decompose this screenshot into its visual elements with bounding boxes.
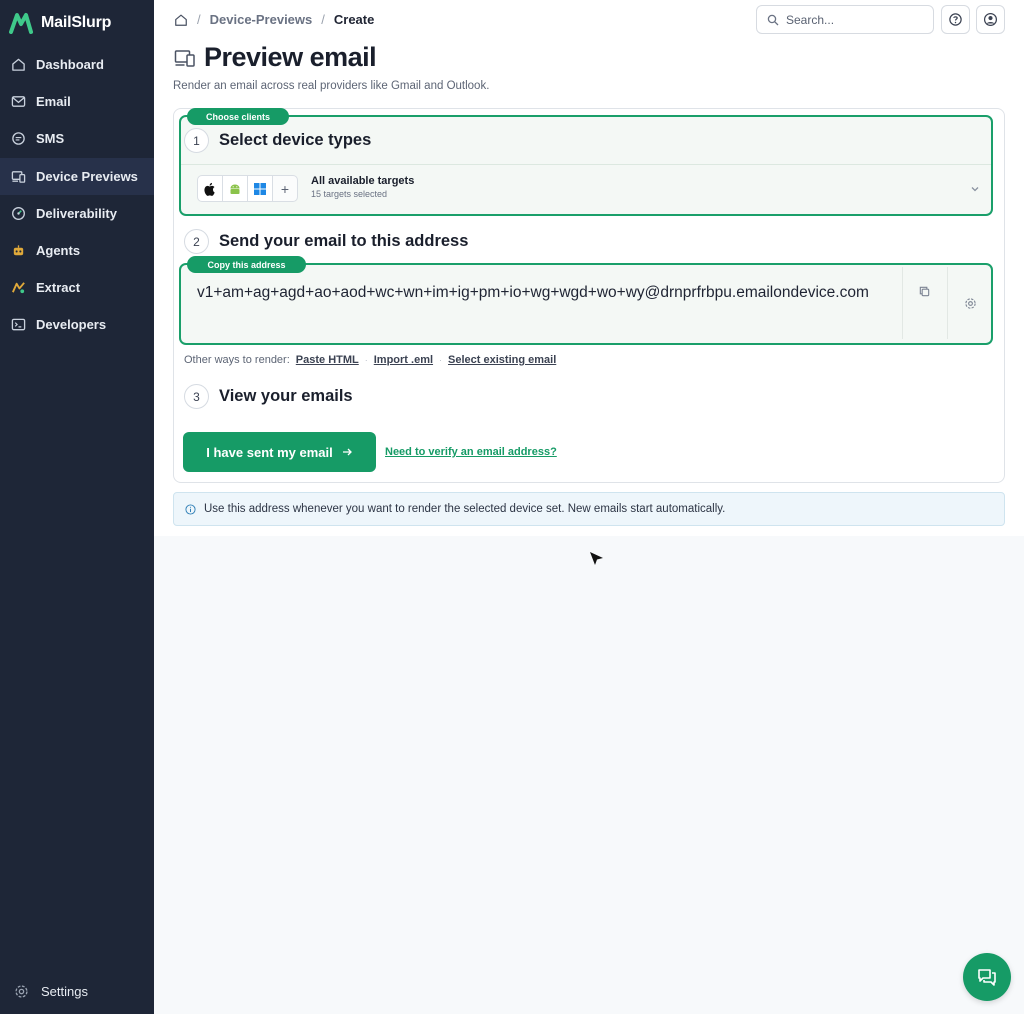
brand[interactable]: MailSlurp [9, 11, 111, 35]
brand-name: MailSlurp [41, 14, 112, 31]
search-icon [767, 14, 779, 25]
other-ways-row: Other ways to render: Paste HTML · Impor… [184, 354, 556, 366]
search-input[interactable] [786, 12, 926, 27]
targets-summary[interactable]: All available targets 15 targets selecte… [311, 175, 414, 199]
sidebar-item-label: Extract [36, 280, 81, 296]
sidebar-item-label: Dashboard [36, 57, 104, 73]
mouse-cursor-icon [590, 552, 603, 565]
step-2-title: Send your email to this address [219, 232, 469, 250]
sidebar-item-agents[interactable]: Agents [0, 232, 154, 269]
inbox-address[interactable]: v1+am+ag+agd+ao+aod+wc+wn+im+ig+pm+io+wg… [197, 282, 887, 304]
sidebar-item-label: SMS [36, 131, 65, 147]
plus-icon: + [280, 180, 290, 197]
gauge-icon [11, 206, 26, 221]
sidebar-item-settings[interactable]: Settings [14, 984, 88, 999]
settings-label: Settings [41, 984, 88, 999]
os-selector[interactable]: + [197, 175, 298, 202]
devices-icon [174, 49, 195, 67]
info-text: Use this address whenever you want to re… [204, 503, 726, 515]
other-ways-label: Other ways to render: [184, 354, 290, 366]
page-header: Preview email [174, 42, 377, 73]
sidebar-item-label: Email [36, 94, 71, 110]
extract-icon [11, 280, 26, 295]
chat-icon [978, 969, 996, 986]
divider [947, 267, 948, 339]
copy-button[interactable] [913, 280, 935, 302]
account-button[interactable] [976, 5, 1005, 34]
user-circle-icon [983, 12, 998, 27]
step-number-3: 3 [184, 384, 209, 409]
sidebar-item-label: Device Previews [36, 168, 138, 184]
arrow-right-icon [342, 448, 352, 456]
choose-clients-pill: Choose clients [187, 108, 289, 125]
targets-title: All available targets [311, 175, 415, 187]
gear-icon [15, 985, 28, 998]
windows-icon[interactable] [247, 175, 273, 202]
sidebar-nav: Dashboard Email SMS Device Previews Deli… [0, 46, 154, 344]
apple-icon[interactable] [197, 175, 223, 202]
sidebar-item-sms[interactable]: SMS [0, 120, 154, 157]
breadcrumb-device-previews[interactable]: Device-Previews [210, 12, 313, 27]
breadcrumb: / Device-Previews / Create [174, 12, 374, 27]
sidebar-item-email[interactable]: Email [0, 83, 154, 120]
separator-dot: · [439, 355, 443, 365]
email-address-box [179, 263, 993, 345]
select-existing-email-link[interactable]: Select existing email [448, 354, 556, 366]
home-icon[interactable] [174, 13, 188, 27]
info-banner: Use this address whenever you want to re… [173, 492, 1005, 526]
help-icon [949, 13, 962, 26]
separator-dot: · [364, 355, 368, 365]
sidebar-item-label: Deliverability [36, 205, 117, 221]
breadcrumb-separator: / [197, 12, 201, 27]
step-number-2: 2 [184, 229, 209, 254]
sidebar-item-dashboard[interactable]: Dashboard [0, 46, 154, 83]
sent-email-button-label: I have sent my email [206, 444, 333, 460]
copy-icon [919, 286, 929, 296]
home-icon [11, 57, 26, 72]
android-icon[interactable] [222, 175, 248, 202]
page-title: Preview email [204, 42, 377, 72]
sidebar: MailSlurp Dashboard Email SMS Device Pre… [0, 0, 154, 1014]
breadcrumb-current: Create [333, 12, 375, 27]
divider [181, 164, 991, 165]
gear-icon [964, 297, 976, 309]
search-box[interactable] [756, 5, 934, 34]
help-button[interactable] [941, 5, 970, 34]
terminal-icon [11, 317, 26, 332]
mail-icon [11, 94, 26, 109]
targets-count: 15 targets selected [311, 189, 388, 199]
devices-icon [11, 169, 26, 184]
chat-support-button[interactable] [963, 953, 1011, 1001]
address-settings-button[interactable] [959, 292, 981, 314]
sidebar-item-developers[interactable]: Developers [0, 306, 154, 343]
sidebar-item-deliverability[interactable]: Deliverability [0, 195, 154, 232]
step-3-title: View your emails [219, 387, 353, 405]
breadcrumb-separator: / [321, 12, 325, 27]
paste-html-link[interactable]: Paste HTML [296, 354, 359, 366]
chat-bubble-icon [11, 131, 26, 146]
robot-icon [11, 243, 26, 258]
copy-address-pill: Copy this address [187, 256, 306, 273]
sidebar-item-label: Agents [36, 243, 81, 259]
sidebar-item-extract[interactable]: Extract [0, 269, 154, 306]
chevron-down-icon[interactable] [968, 182, 982, 196]
import-eml-link[interactable]: Import .eml [374, 354, 433, 366]
mailslurp-logo-icon [9, 13, 33, 34]
divider [902, 267, 903, 339]
step-1-title: Select device types [219, 131, 372, 149]
add-platform-button[interactable]: + [272, 175, 298, 202]
sidebar-item-label: Developers [36, 317, 107, 333]
sidebar-item-device-previews[interactable]: Device Previews [0, 157, 154, 195]
step-number-1: 1 [184, 128, 209, 153]
verify-email-link[interactable]: Need to verify an email address? [385, 446, 557, 458]
page-subtitle: Render an email across real providers li… [173, 80, 490, 92]
info-icon [185, 503, 196, 515]
sent-email-button[interactable]: I have sent my email [183, 432, 376, 472]
